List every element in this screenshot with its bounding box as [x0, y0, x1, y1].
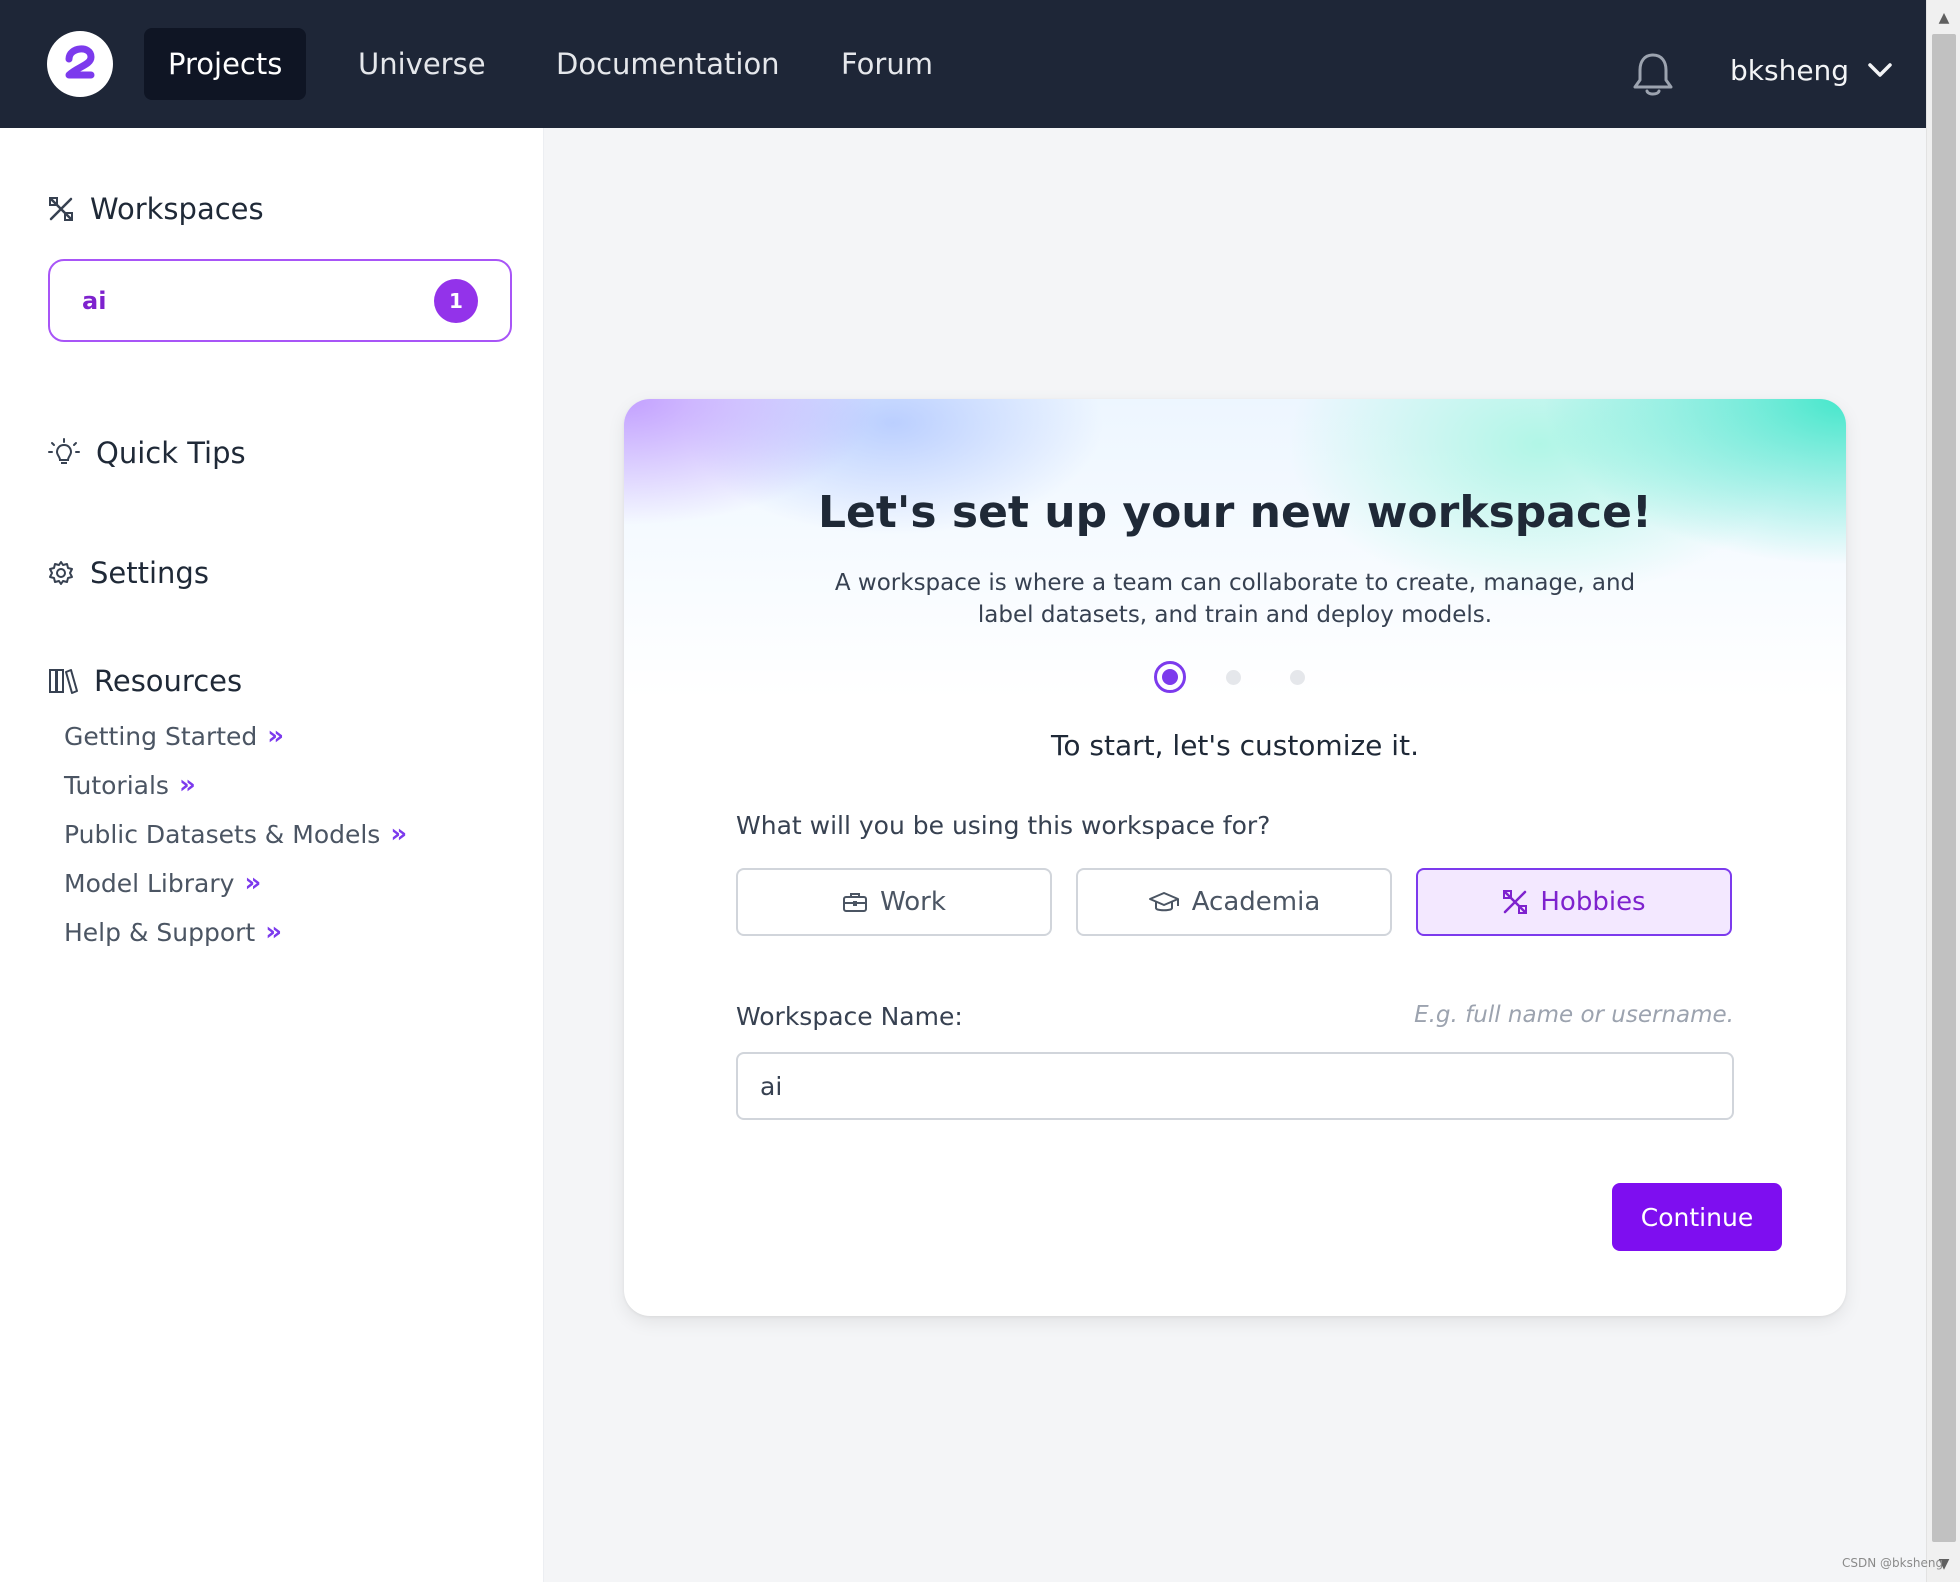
nav-forum-label: Forum [841, 47, 933, 81]
card-subtitle: To start, let's customize it. [1051, 729, 1419, 762]
card-gradient-header [624, 399, 1846, 699]
nav-projects-label: Projects [168, 47, 283, 81]
option-hobbies-label: Hobbies [1540, 887, 1646, 917]
nav-forum[interactable]: Forum [817, 28, 957, 100]
briefcase-icon [843, 893, 868, 912]
vertical-scrollbar[interactable]: ▲ ▼ [1926, 0, 1960, 1582]
step-dot-1-active [1154, 661, 1186, 693]
step-dot-2 [1226, 670, 1241, 685]
top-navbar: Projects Universe Documentation Forum bk… [0, 0, 1926, 128]
settings-label: Settings [90, 556, 209, 590]
link-tutorials-label: Tutorials [64, 770, 169, 800]
link-getting-started-label: Getting Started [64, 721, 258, 751]
workspace-name-label: Workspace Name: [736, 1002, 963, 1031]
card-title: Let's set up your new workspace! [817, 487, 1652, 538]
scroll-up-arrow-icon[interactable]: ▲ [1927, 4, 1960, 32]
tools-icon [49, 197, 73, 221]
option-work-button[interactable]: Work [736, 868, 1052, 936]
workspaces-heading: Workspaces [48, 192, 264, 226]
chevron-down-icon [1868, 63, 1892, 77]
nav-projects[interactable]: Projects [144, 28, 307, 100]
workspaces-heading-label: Workspaces [90, 192, 264, 226]
sidebar: Workspaces ai 1 Quick Tips Settings Reso… [0, 128, 544, 1582]
link-help-support-label: Help & Support [64, 917, 256, 947]
link-getting-started[interactable]: Getting Started » [64, 721, 284, 751]
gear-icon [49, 561, 73, 585]
scrollbar-thumb[interactable] [1932, 34, 1956, 1542]
user-menu[interactable]: bksheng [1730, 46, 1893, 94]
link-public-datasets-label: Public Datasets & Models [64, 819, 381, 849]
link-public-datasets-models[interactable]: Public Datasets & Models » [64, 819, 407, 849]
workspace-name-hint: E.g. full name or username. [1414, 1002, 1734, 1028]
link-help-support[interactable]: Help & Support » [64, 917, 282, 947]
continue-button[interactable]: Continue [1612, 1183, 1782, 1251]
link-model-library-label: Model Library [64, 868, 235, 898]
link-model-library[interactable]: Model Library » [64, 868, 261, 898]
settings-heading[interactable]: Settings [48, 556, 209, 590]
card-description: A workspace is where a team can collabor… [834, 570, 1636, 628]
nav-universe[interactable]: Universe [334, 28, 510, 100]
double-chevron-right-icon: » [390, 819, 408, 849]
option-academia-button[interactable]: Academia [1076, 868, 1392, 936]
graduation-cap-icon [1148, 892, 1179, 912]
setup-workspace-card: Let's set up your new workspace! A works… [624, 399, 1846, 1316]
option-academia-label: Academia [1191, 887, 1321, 917]
double-chevron-right-icon: » [265, 917, 283, 947]
tools-icon [1503, 890, 1528, 914]
username: bksheng [1730, 53, 1850, 87]
resources-heading: Resources [48, 664, 242, 698]
usage-question: What will you be using this workspace fo… [736, 811, 1271, 840]
option-hobbies-button[interactable]: Hobbies [1416, 868, 1732, 936]
workspace-count-badge: 1 [434, 278, 478, 323]
double-chevron-right-icon: » [267, 721, 285, 751]
workspace-name: ai [82, 286, 107, 315]
resources-label: Resources [94, 664, 243, 698]
bell-icon[interactable] [1631, 50, 1675, 100]
double-chevron-right-icon: » [178, 770, 196, 800]
roboflow-logo-icon[interactable] [47, 31, 113, 97]
double-chevron-right-icon: » [244, 868, 262, 898]
quick-tips-heading[interactable]: Quick Tips [48, 436, 246, 470]
nav-documentation-label: Documentation [556, 47, 780, 81]
books-icon [49, 669, 78, 694]
step-indicator [624, 661, 1846, 693]
nav-documentation[interactable]: Documentation [532, 28, 804, 100]
option-work-label: Work [880, 887, 946, 917]
workspace-name-input[interactable] [736, 1052, 1734, 1120]
watermark: CSDN @bksheng [1842, 1556, 1944, 1570]
link-tutorials[interactable]: Tutorials » [64, 770, 196, 800]
step-dot-3 [1290, 670, 1305, 685]
nav-universe-label: Universe [358, 47, 486, 81]
lightbulb-icon [48, 438, 80, 464]
quick-tips-label: Quick Tips [96, 436, 246, 470]
workspace-card-ai[interactable]: ai 1 [48, 259, 512, 342]
